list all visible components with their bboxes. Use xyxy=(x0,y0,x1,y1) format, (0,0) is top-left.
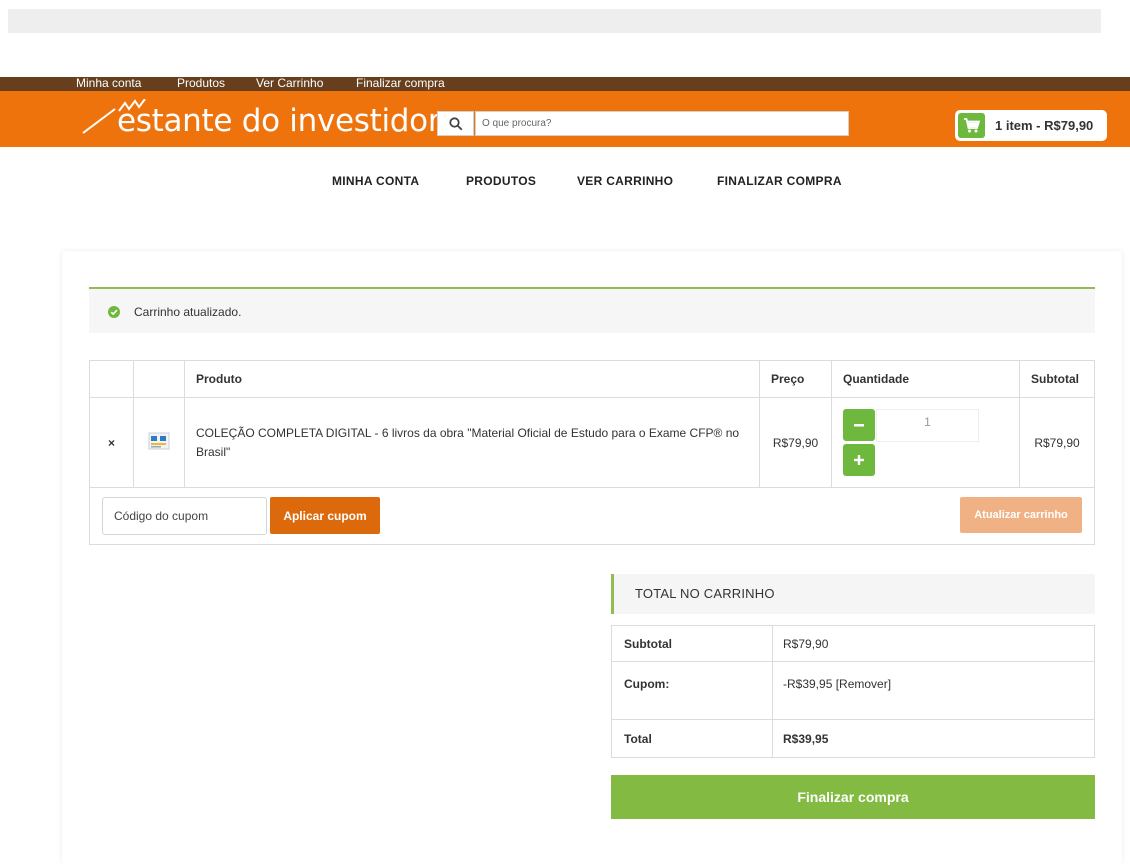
cart-icon-box xyxy=(958,113,985,138)
remove-item-button[interactable]: × xyxy=(89,397,134,488)
quantity-cell xyxy=(831,397,1020,488)
quantity-increase-button[interactable] xyxy=(843,444,875,476)
plus-icon xyxy=(854,455,864,465)
totals-row-total: Total R$39,95 xyxy=(611,719,1095,758)
check-circle-icon xyxy=(108,306,120,318)
totals-subtotal-label: Subtotal xyxy=(611,625,773,662)
cart-summary: 1 item - R$79,90 xyxy=(995,118,1094,133)
cart-totals-title: TOTAL NO CARRINHO xyxy=(635,586,775,601)
nav-ver-carrinho[interactable]: VER CARRINHO xyxy=(577,174,673,188)
totals-total-label: Total xyxy=(611,719,773,758)
table-row: × COLEÇÃO COMPLETA DIGITAL - 6 livros da… xyxy=(89,397,1095,488)
nav-finalizar-compra[interactable]: FINALIZAR COMPRA xyxy=(717,174,842,188)
update-cart-button[interactable]: Atualizar carrinho xyxy=(960,497,1082,533)
cart-icon xyxy=(964,118,980,133)
minus-icon xyxy=(854,424,864,427)
notice-text: Carrinho atualizado. xyxy=(134,305,242,319)
site-header: estante do investidor 1 item - R$79,90 xyxy=(0,91,1130,147)
search-input[interactable] xyxy=(475,111,849,136)
search-icon xyxy=(448,116,462,130)
product-thumbnail-icon xyxy=(148,432,170,450)
product-price: R$79,90 xyxy=(759,397,832,488)
totals-total-value: R$39,95 xyxy=(772,719,1095,758)
cart-totals-table: Subtotal R$79,90 Cupom: -R$39,95 [Remove… xyxy=(611,625,1095,758)
quantity-decrease-button[interactable] xyxy=(843,409,875,441)
checkout-button[interactable]: Finalizar compra xyxy=(611,775,1095,819)
totals-coupon-value[interactable]: -R$39,95 [Remover] xyxy=(772,661,1095,720)
cart-totals-heading: TOTAL NO CARRINHO xyxy=(611,574,1095,614)
header-product: Produto xyxy=(184,360,760,398)
totals-subtotal-value: R$79,90 xyxy=(772,625,1095,662)
main-nav: MINHA CONTA PRODUTOS VER CARRINHO FINALI… xyxy=(0,174,1130,190)
totals-row-subtotal: Subtotal R$79,90 xyxy=(611,625,1095,662)
top-bar: Minha conta Produtos Ver Carrinho Finali… xyxy=(0,76,1130,91)
topbar-link-finalizar-compra[interactable]: Finalizar compra xyxy=(356,76,445,90)
topbar-link-produtos[interactable]: Produtos xyxy=(177,76,225,90)
coupon-code-input[interactable] xyxy=(102,497,267,535)
logo-text: estante do investidor xyxy=(117,103,441,139)
nav-produtos[interactable]: PRODUTOS xyxy=(466,174,536,188)
site-logo[interactable]: estante do investidor xyxy=(79,99,441,145)
content-card xyxy=(62,251,1122,864)
search-button[interactable] xyxy=(437,111,474,136)
totals-row-coupon: Cupom: -R$39,95 [Remover] xyxy=(611,661,1095,720)
topbar-link-ver-carrinho[interactable]: Ver Carrinho xyxy=(256,76,323,90)
header-thumbnail xyxy=(133,360,185,398)
topbar-link-minha-conta[interactable]: Minha conta xyxy=(76,76,141,90)
cart-table: Produto Preço Quantidade Subtotal × COLE… xyxy=(89,360,1095,488)
cart-table-header: Produto Preço Quantidade Subtotal xyxy=(89,360,1095,398)
header-remove xyxy=(89,360,134,398)
cart-updated-notice: Carrinho atualizado. xyxy=(89,287,1095,333)
header-price: Preço xyxy=(759,360,832,398)
apply-coupon-button[interactable]: Aplicar cupom xyxy=(270,497,380,534)
product-thumbnail[interactable] xyxy=(133,397,185,488)
totals-coupon-label: Cupom: xyxy=(611,661,773,720)
header-subtotal: Subtotal xyxy=(1019,360,1095,398)
product-subtotal: R$79,90 xyxy=(1019,397,1095,488)
top-strip xyxy=(8,9,1101,33)
header-quantity: Quantidade xyxy=(831,360,1020,398)
product-name[interactable]: COLEÇÃO COMPLETA DIGITAL - 6 livros da o… xyxy=(184,397,760,488)
header-cart-button[interactable]: 1 item - R$79,90 xyxy=(955,110,1107,141)
nav-minha-conta[interactable]: MINHA CONTA xyxy=(332,174,419,188)
cart-actions: Aplicar cupom Atualizar carrinho xyxy=(89,487,1095,545)
quantity-input[interactable] xyxy=(876,409,979,442)
